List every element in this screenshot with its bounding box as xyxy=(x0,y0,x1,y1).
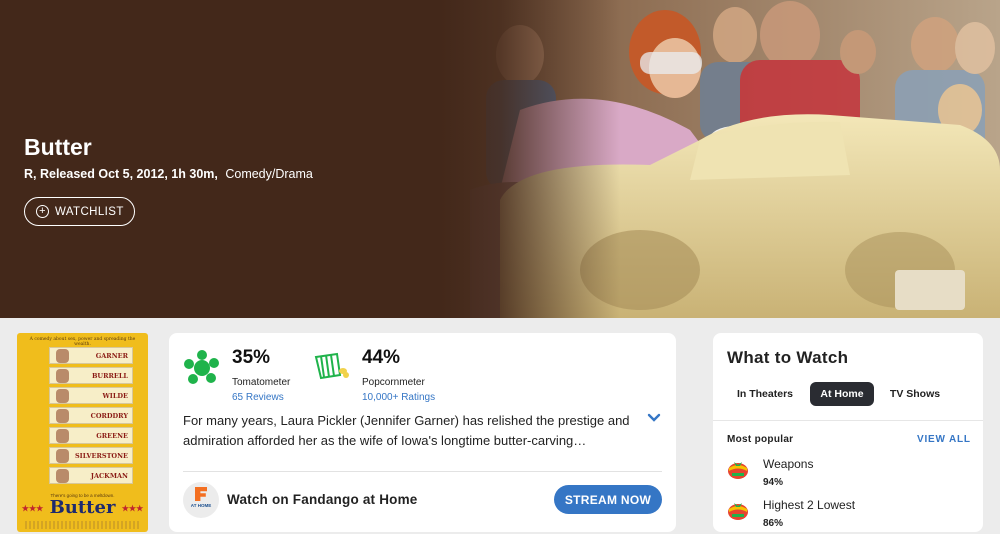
watchlist-button[interactable]: + WATCHLIST xyxy=(24,197,135,226)
stream-now-button[interactable]: STREAM NOW xyxy=(554,485,662,514)
poster-cast-stick: SILVERSTONE xyxy=(49,447,133,464)
fandango-watch-label: Watch on Fandango at Home xyxy=(227,492,418,507)
tomatometer-splat-icon xyxy=(184,350,219,384)
plus-circle-icon: + xyxy=(36,205,49,218)
divider xyxy=(713,420,983,421)
tomatometer-score: 35% xyxy=(232,347,271,368)
popcornmeter-label: Popcornmeter xyxy=(362,377,425,388)
view-all-link[interactable]: VIEW ALL xyxy=(917,434,971,445)
movie-meta: R, Released Oct 5, 2012, 1h 30m, Comedy/… xyxy=(24,167,313,181)
poster-stars-left: ★★★ xyxy=(21,503,44,513)
poster-cast-stick: BURRELL xyxy=(49,367,133,384)
most-popular-label: Most popular xyxy=(727,434,794,445)
popular-title: Highest 2 Lowest xyxy=(763,498,856,512)
poster-credits xyxy=(25,521,140,529)
what-to-watch-title: What to Watch xyxy=(727,348,849,367)
popcornmeter-spilled-icon xyxy=(314,352,349,380)
list-item[interactable]: Weapons 94% xyxy=(727,457,967,493)
poster-title-text: Butter xyxy=(49,497,116,518)
poster-cast-stick: WILDE xyxy=(49,387,133,404)
fandango-logo-text: AT HOME xyxy=(190,503,212,508)
poster-cast-stick: GARNER xyxy=(49,347,133,364)
tab-tv-shows[interactable]: TV Shows xyxy=(881,382,949,406)
poster-cast-stick: GREENE xyxy=(49,427,133,444)
hero-banner: Butter R, Released Oct 5, 2012, 1h 30m, … xyxy=(0,0,1000,318)
divider xyxy=(183,471,662,472)
fandango-f-icon xyxy=(195,487,207,501)
poster-title: ★★★ Butter ★★★ xyxy=(17,497,148,518)
movie-title: Butter xyxy=(24,134,92,160)
tomatometer-reviews-link[interactable]: 65 Reviews xyxy=(232,392,284,403)
popcornmeter-ratings-link[interactable]: 10,000+ Ratings xyxy=(362,392,435,403)
popular-score: 94% xyxy=(763,477,784,488)
list-item[interactable]: Highest 2 Lowest 86% xyxy=(727,498,967,534)
tab-in-theaters[interactable]: In Theaters xyxy=(727,382,803,406)
poster-cast-stick: CORDDRY xyxy=(49,407,133,424)
popular-title: Weapons xyxy=(763,457,814,471)
hero-gradient-overlay xyxy=(0,0,1000,318)
popcornmeter-score: 44% xyxy=(362,347,401,368)
poster-tagline: A comedy about sex, power and spreading … xyxy=(29,337,136,347)
what-to-watch-panel: What to Watch In Theaters At Home TV Sho… xyxy=(713,333,983,532)
fandango-at-home-logo: AT HOME xyxy=(183,482,219,518)
score-card: 35% Tomatometer 65 Reviews 44% Popcornme… xyxy=(169,333,676,532)
movie-poster[interactable]: A comedy about sex, power and spreading … xyxy=(17,333,148,532)
watchlist-label: WATCHLIST xyxy=(55,205,124,218)
synopsis-text: For many years, Laura Pickler (Jennifer … xyxy=(183,413,630,448)
popular-score: 86% xyxy=(763,518,784,529)
rating-release-info: R, Released Oct 5, 2012, 1h 30m, xyxy=(24,167,218,181)
tab-at-home[interactable]: At Home xyxy=(810,382,874,406)
poster-stars-right: ★★★ xyxy=(121,503,144,513)
tomatometer-label: Tomatometer xyxy=(232,377,291,388)
poster-cast-stick: JACKMAN xyxy=(49,467,133,484)
genre-label: Comedy/Drama xyxy=(225,167,313,181)
certified-fresh-icon xyxy=(728,462,748,479)
certified-fresh-icon xyxy=(728,503,748,520)
chevron-down-icon[interactable] xyxy=(647,413,661,423)
